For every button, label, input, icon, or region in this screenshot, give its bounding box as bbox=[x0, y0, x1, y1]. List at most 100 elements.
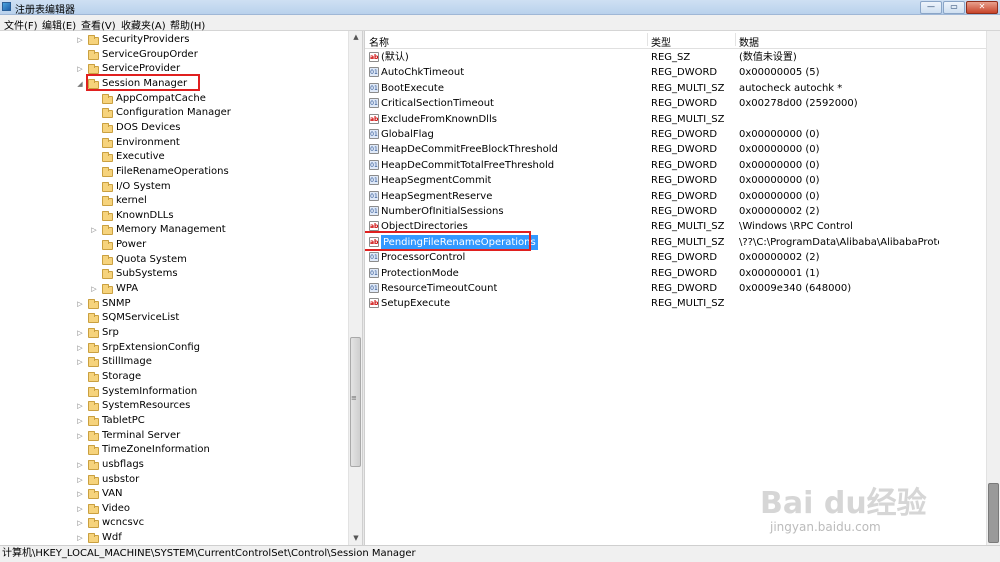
expand-arrow-icon[interactable]: ▷ bbox=[76, 414, 84, 428]
value-row[interactable]: 01 ProtectionMode REG_DWORD 0x00000001 (1) bbox=[365, 266, 986, 281]
tree-item[interactable]: ServiceGroupOrder bbox=[0, 48, 346, 62]
tree-item[interactable]: ▷ Terminal Server bbox=[0, 429, 346, 443]
scroll-up-arrow-icon[interactable]: ▲ bbox=[349, 31, 362, 44]
tree-item[interactable]: ▷ Memory Management bbox=[0, 223, 346, 237]
tree-item[interactable]: Environment bbox=[0, 136, 346, 150]
tree-item[interactable]: ▷ usbstor bbox=[0, 473, 346, 487]
values-scrollbar[interactable] bbox=[986, 31, 1000, 545]
tree-item[interactable]: ▷ SystemResources bbox=[0, 399, 346, 413]
tree-item[interactable]: FileRenameOperations bbox=[0, 165, 346, 179]
value-row[interactable]: 01 ResourceTimeoutCount REG_DWORD 0x0009e34… bbox=[365, 281, 986, 296]
tree-item[interactable]: Storage bbox=[0, 370, 346, 384]
folder-icon bbox=[102, 269, 113, 280]
value-row[interactable]: 01 NumberOfInitialSessions REG_DWORD 0x0000… bbox=[365, 204, 986, 219]
scroll-down-arrow-icon[interactable]: ▼ bbox=[349, 532, 362, 545]
value-row[interactable]: 01 AutoChkTimeout REG_DWORD 0x00000005 (5) bbox=[365, 65, 986, 80]
expand-arrow-icon[interactable]: ▷ bbox=[76, 341, 84, 355]
close-button[interactable]: ✕ bbox=[966, 1, 998, 14]
tree-item-label: SecurityProviders bbox=[102, 34, 190, 45]
expand-arrow-icon[interactable]: ▷ bbox=[76, 33, 84, 47]
registry-tree-pane[interactable]: ▷ SecurityProviders ServiceGroupOrder ▷ Serv… bbox=[0, 31, 362, 545]
tree-item[interactable]: SQMServiceList bbox=[0, 311, 346, 325]
column-separator[interactable] bbox=[735, 33, 736, 46]
value-row[interactable]: 01 HeapSegmentCommit REG_DWORD 0x00000000 (… bbox=[365, 173, 986, 188]
value-row[interactable]: ab SetupExecute REG_MULTI_SZ bbox=[365, 296, 986, 311]
expand-arrow-icon[interactable]: ▷ bbox=[76, 355, 84, 369]
expand-arrow-icon[interactable]: ▷ bbox=[76, 429, 84, 443]
minimize-button[interactable]: — bbox=[920, 1, 942, 14]
tree-item-label: usbflags bbox=[102, 458, 144, 470]
tree-item[interactable]: ▷ Srp bbox=[0, 326, 346, 340]
value-row[interactable]: 01 BootExecute REG_MULTI_SZ autocheck autoc… bbox=[365, 81, 986, 96]
tree-item[interactable]: Executive bbox=[0, 150, 346, 164]
column-header-type[interactable]: 类型 bbox=[651, 34, 671, 49]
column-header-name[interactable]: 名称 bbox=[369, 34, 389, 49]
tree-item[interactable]: ▷ StillImage bbox=[0, 355, 346, 369]
tree-item[interactable]: ▷ usbflags bbox=[0, 458, 346, 472]
value-type: REG_DWORD bbox=[651, 283, 718, 294]
tree-scrollbar-thumb[interactable] bbox=[350, 337, 361, 467]
expand-arrow-icon[interactable]: ▷ bbox=[76, 399, 84, 413]
value-type: REG_DWORD bbox=[651, 67, 718, 79]
menu-edit[interactable]: 编辑(E) bbox=[42, 17, 76, 32]
collapse-arrow-icon[interactable]: ◢ bbox=[76, 77, 84, 91]
tree-item[interactable]: DOS Devices bbox=[0, 121, 346, 135]
folder-icon bbox=[88, 445, 99, 456]
expand-arrow-icon[interactable]: ▷ bbox=[76, 458, 84, 472]
expand-arrow-icon[interactable]: ▷ bbox=[76, 531, 84, 545]
tree-item-label: ServiceGroupOrder bbox=[102, 48, 198, 60]
value-name: ExcludeFromKnownDlls bbox=[381, 113, 497, 125]
tree-item[interactable]: ▷ Video bbox=[0, 502, 346, 516]
tree-item[interactable]: Power bbox=[0, 238, 346, 252]
tree-item[interactable]: KnownDLLs bbox=[0, 209, 346, 223]
menu-favorites[interactable]: 收藏夹(A) bbox=[121, 17, 166, 32]
expand-arrow-icon[interactable]: ▷ bbox=[76, 473, 84, 487]
tree-item[interactable]: ▷ VAN bbox=[0, 487, 346, 501]
tree-item[interactable]: Quota System bbox=[0, 253, 346, 267]
tree-item[interactable]: ▷ SrpExtensionConfig bbox=[0, 341, 346, 355]
maximize-button[interactable]: ▭ bbox=[943, 1, 965, 14]
value-row[interactable]: 01 ProcessorControl REG_DWORD 0x00000002 (2… bbox=[365, 250, 986, 265]
tree-item[interactable]: ▷ wcncsvc bbox=[0, 516, 346, 530]
tree-item-label: KnownDLLs bbox=[116, 209, 174, 221]
tree-item[interactable]: I/O System bbox=[0, 180, 346, 194]
tree-item-label: Srp bbox=[102, 327, 119, 338]
value-row[interactable]: 01 HeapDeCommitFreeBlockThreshold REG_DWOR… bbox=[365, 142, 986, 157]
tree-item[interactable]: ▷ WPA bbox=[0, 282, 346, 296]
folder-icon bbox=[88, 371, 99, 382]
folder-icon bbox=[102, 108, 113, 119]
value-row[interactable]: 01 GlobalFlag REG_DWORD 0x00000000 (0) bbox=[365, 127, 986, 142]
value-row[interactable]: ab (默认) REG_SZ (数值未设置) bbox=[365, 50, 986, 65]
tree-item[interactable]: SubSystems bbox=[0, 267, 346, 281]
tree-item[interactable]: ▷ TabletPC bbox=[0, 414, 346, 428]
values-list-pane[interactable]: 名称 类型 数据 ab (默认) REG_SZ (数值未设置) 01 AutoChkTim… bbox=[365, 31, 1000, 545]
expand-arrow-icon[interactable]: ▷ bbox=[76, 516, 84, 530]
value-row[interactable]: 01 HeapSegmentReserve REG_DWORD 0x00000000 … bbox=[365, 189, 986, 204]
expand-arrow-icon[interactable]: ▷ bbox=[76, 326, 84, 340]
tree-item[interactable]: TimeZoneInformation bbox=[0, 443, 346, 457]
tree-item[interactable]: ▷ SecurityProviders bbox=[0, 33, 346, 47]
tree-item[interactable]: SystemInformation bbox=[0, 385, 346, 399]
tree-item[interactable]: ▷ Wdf bbox=[0, 531, 346, 545]
value-row[interactable]: 01 CriticalSectionTimeout REG_DWORD 0x00278… bbox=[365, 96, 986, 111]
expand-arrow-icon[interactable]: ▷ bbox=[76, 502, 84, 516]
tree-item[interactable]: AppCompatCache bbox=[0, 92, 346, 106]
column-header-data[interactable]: 数据 bbox=[739, 34, 759, 49]
expand-arrow-icon[interactable]: ▷ bbox=[76, 487, 84, 501]
binary-value-icon: 01 bbox=[369, 144, 379, 155]
menu-view[interactable]: 查看(V) bbox=[81, 17, 116, 32]
tree-item[interactable]: Configuration Manager bbox=[0, 106, 346, 120]
value-row[interactable]: 01 HeapDeCommitTotalFreeThreshold REG_DWOR… bbox=[365, 158, 986, 173]
expand-arrow-icon[interactable]: ▷ bbox=[76, 297, 84, 311]
column-separator[interactable] bbox=[647, 33, 648, 46]
tree-scrollbar[interactable]: ▲ ≡ ▼ bbox=[348, 31, 362, 545]
value-row[interactable]: ab ExcludeFromKnownDlls REG_MULTI_SZ bbox=[365, 112, 986, 127]
folder-icon bbox=[102, 166, 113, 177]
expand-arrow-icon[interactable]: ▷ bbox=[90, 282, 98, 296]
expand-arrow-icon[interactable]: ▷ bbox=[90, 223, 98, 237]
menu-file[interactable]: 文件(F) bbox=[4, 17, 38, 32]
menu-help[interactable]: 帮助(H) bbox=[170, 17, 205, 32]
tree-item[interactable]: ▷ SNMP bbox=[0, 297, 346, 311]
tree-item[interactable]: kernel bbox=[0, 194, 346, 208]
expand-arrow-icon[interactable]: ▷ bbox=[76, 62, 84, 76]
